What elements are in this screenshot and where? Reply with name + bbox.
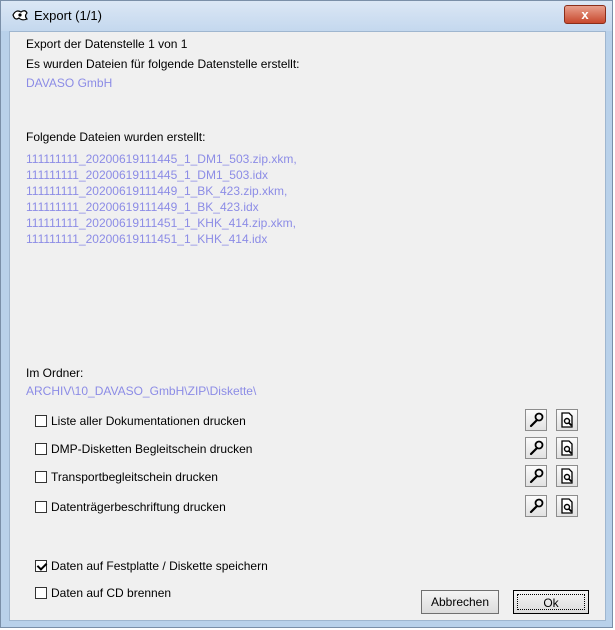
file-item: 111111111_20200619111449_1_BK_423.idx — [26, 200, 259, 214]
cancel-button[interactable]: Abbrechen — [421, 590, 499, 614]
option-label: Datenträgerbeschriftung drucken — [51, 500, 226, 514]
option-label: Daten auf Festplatte / Diskette speicher… — [51, 559, 268, 573]
file-item: 111111111_20200619111449_1_BK_423.zip.xk… — [26, 184, 288, 198]
created-for-label: Es wurden Dateien für folgende Datenstel… — [26, 57, 300, 71]
checkbox-transport-slip[interactable] — [35, 471, 47, 483]
folder-path: ARCHIV\10_DAVASO_GmbH\ZIP\Diskette\ — [26, 384, 257, 398]
settings-button-2[interactable] — [525, 437, 547, 459]
datastelle-name: DAVASO GmbH — [26, 76, 113, 90]
file-item: 111111111_20200619111451_1_KHK_414.idx — [26, 232, 268, 246]
print-preview-icon — [561, 412, 573, 428]
option-documentation-list[interactable]: Liste aller Dokumentationen drucken — [35, 412, 246, 430]
export-status: Export der Datenstelle 1 von 1 — [26, 37, 188, 51]
settings-button-4[interactable] — [525, 495, 547, 517]
settings-button-3[interactable] — [525, 465, 547, 487]
wrench-key-icon — [529, 440, 544, 456]
option-label: Daten auf CD brennen — [51, 586, 172, 600]
preview-button-3[interactable] — [556, 465, 578, 487]
print-preview-icon — [561, 468, 573, 484]
option-label: Transportbegleitschein drucken — [51, 470, 218, 484]
checkbox-media-label[interactable] — [35, 501, 47, 513]
app-icon — [12, 10, 29, 21]
option-dmp-slip[interactable]: DMP-Disketten Begleitschein drucken — [35, 440, 252, 458]
option-label: Liste aller Dokumentationen drucken — [51, 414, 246, 428]
preview-button-2[interactable] — [556, 437, 578, 459]
checkbox-burn-cd[interactable] — [35, 587, 47, 599]
option-label: DMP-Disketten Begleitschein drucken — [51, 442, 253, 456]
file-list: 111111111_20200619111445_1_DM1_503.zip.x… — [26, 151, 297, 247]
option-transport-slip[interactable]: Transportbegleitschein drucken — [35, 468, 218, 486]
ok-label: Ok — [517, 594, 585, 610]
folder-label: Im Ordner: — [26, 366, 84, 380]
option-save-disk[interactable]: Daten auf Festplatte / Diskette speicher… — [35, 557, 268, 575]
wrench-key-icon — [529, 468, 544, 484]
file-item: 111111111_20200619111445_1_DM1_503.zip.x… — [26, 152, 297, 166]
print-preview-icon — [561, 498, 573, 514]
export-dialog: Export (1/1) x Export der Datenstelle 1 … — [0, 0, 613, 628]
file-item: 111111111_20200619111451_1_KHK_414.zip.x… — [26, 216, 296, 230]
preview-button-1[interactable] — [556, 409, 578, 431]
checkbox-save-disk[interactable] — [35, 560, 47, 572]
file-item: 111111111_20200619111445_1_DM1_503.idx — [26, 168, 268, 182]
option-media-label[interactable]: Datenträgerbeschriftung drucken — [35, 498, 226, 516]
title-bar[interactable]: Export (1/1) x — [1, 1, 612, 31]
wrench-key-icon — [529, 412, 544, 428]
ok-button[interactable]: Ok — [513, 590, 589, 614]
checkbox-documentation-list[interactable] — [35, 415, 47, 427]
close-icon: x — [581, 7, 589, 22]
print-preview-icon — [561, 440, 573, 456]
settings-button-1[interactable] — [525, 409, 547, 431]
files-heading: Folgende Dateien wurden erstellt: — [26, 130, 206, 144]
close-button[interactable]: x — [564, 5, 606, 24]
wrench-key-icon — [529, 498, 544, 514]
dialog-body: Export der Datenstelle 1 von 1 Es wurden… — [9, 31, 606, 621]
preview-button-4[interactable] — [556, 495, 578, 517]
checkbox-dmp-slip[interactable] — [35, 443, 47, 455]
option-burn-cd[interactable]: Daten auf CD brennen — [35, 584, 171, 602]
window-title: Export (1/1) — [34, 8, 102, 23]
